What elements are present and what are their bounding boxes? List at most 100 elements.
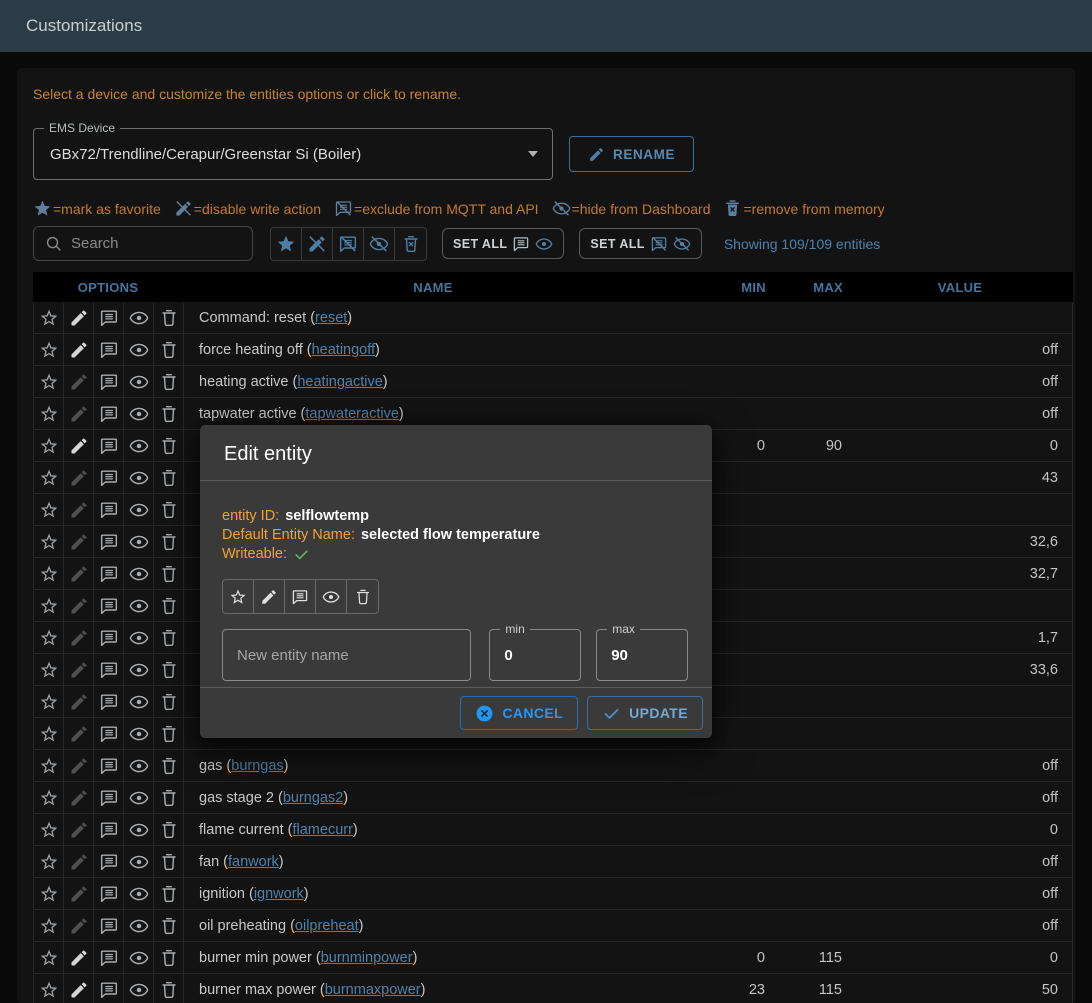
favorite-toggle[interactable] <box>39 852 59 872</box>
visibility-toggle[interactable] <box>129 788 149 808</box>
set-all-button-1[interactable]: SET ALL <box>442 228 564 259</box>
ems-device-select[interactable]: EMS Device GBx72/Trendline/Cerapur/Green… <box>33 128 553 180</box>
delete-toggle[interactable] <box>159 628 179 648</box>
mqtt-toggle[interactable] <box>99 532 119 552</box>
entity-shortname-link[interactable]: oilpreheat <box>295 918 359 934</box>
delete-toggle[interactable] <box>159 980 179 1000</box>
visibility-toggle[interactable] <box>129 724 149 744</box>
write-toggle[interactable] <box>69 660 89 680</box>
min-input[interactable] <box>490 630 580 680</box>
entity-shortname-link[interactable]: ignwork <box>254 886 304 902</box>
mqtt-toggle[interactable] <box>99 852 119 872</box>
write-toggle[interactable] <box>69 372 89 392</box>
write-toggle[interactable] <box>69 436 89 456</box>
mqtt-toggle[interactable] <box>99 372 119 392</box>
visibility-toggle[interactable] <box>129 628 149 648</box>
mqtt-toggle[interactable] <box>99 660 119 680</box>
write-toggle[interactable] <box>69 884 89 904</box>
favorite-toggle[interactable] <box>39 884 59 904</box>
dialog-eye-toggle[interactable] <box>316 580 347 613</box>
delete-toggle[interactable] <box>159 404 179 424</box>
filter-eye-crossed-toggle[interactable] <box>364 228 395 260</box>
filter-star-filled-toggle[interactable] <box>271 228 302 260</box>
write-toggle[interactable] <box>69 628 89 648</box>
favorite-toggle[interactable] <box>39 628 59 648</box>
mqtt-toggle[interactable] <box>99 500 119 520</box>
favorite-toggle[interactable] <box>39 340 59 360</box>
visibility-toggle[interactable] <box>129 468 149 488</box>
write-toggle[interactable] <box>69 340 89 360</box>
favorite-toggle[interactable] <box>39 788 59 808</box>
write-toggle[interactable] <box>69 852 89 872</box>
delete-toggle[interactable] <box>159 724 179 744</box>
delete-toggle[interactable] <box>159 436 179 456</box>
write-toggle[interactable] <box>69 980 89 1000</box>
delete-toggle[interactable] <box>159 756 179 776</box>
visibility-toggle[interactable] <box>129 340 149 360</box>
favorite-toggle[interactable] <box>39 308 59 328</box>
write-toggle[interactable] <box>69 500 89 520</box>
delete-toggle[interactable] <box>159 660 179 680</box>
favorite-toggle[interactable] <box>39 820 59 840</box>
favorite-toggle[interactable] <box>39 436 59 456</box>
visibility-toggle[interactable] <box>129 852 149 872</box>
write-toggle[interactable] <box>69 564 89 584</box>
mqtt-toggle[interactable] <box>99 596 119 616</box>
favorite-toggle[interactable] <box>39 500 59 520</box>
delete-toggle[interactable] <box>159 788 179 808</box>
write-toggle[interactable] <box>69 788 89 808</box>
favorite-toggle[interactable] <box>39 532 59 552</box>
mqtt-toggle[interactable] <box>99 404 119 424</box>
filter-bubble-crossed-toggle[interactable] <box>333 228 364 260</box>
visibility-toggle[interactable] <box>129 500 149 520</box>
favorite-toggle[interactable] <box>39 948 59 968</box>
entity-shortname-link[interactable]: heatingactive <box>297 374 382 390</box>
delete-toggle[interactable] <box>159 340 179 360</box>
mqtt-toggle[interactable] <box>99 756 119 776</box>
favorite-toggle[interactable] <box>39 756 59 776</box>
entity-shortname-link[interactable]: burnminpower <box>321 950 413 966</box>
entity-shortname-link[interactable]: burngas <box>231 758 283 774</box>
set-all-button-2[interactable]: SET ALL <box>579 228 701 259</box>
favorite-toggle[interactable] <box>39 916 59 936</box>
mqtt-toggle[interactable] <box>99 564 119 584</box>
entity-shortname-link[interactable]: tapwateractive <box>305 406 399 422</box>
dialog-trash-toggle[interactable] <box>347 580 378 613</box>
write-toggle[interactable] <box>69 916 89 936</box>
mqtt-toggle[interactable] <box>99 948 119 968</box>
mqtt-toggle[interactable] <box>99 468 119 488</box>
entity-shortname-link[interactable]: heatingoff <box>312 342 375 358</box>
mqtt-toggle[interactable] <box>99 340 119 360</box>
mqtt-toggle[interactable] <box>99 692 119 712</box>
visibility-toggle[interactable] <box>129 308 149 328</box>
entity-shortname-link[interactable]: burngas2 <box>283 790 343 806</box>
favorite-toggle[interactable] <box>39 564 59 584</box>
favorite-toggle[interactable] <box>39 468 59 488</box>
max-input[interactable] <box>597 630 687 680</box>
visibility-toggle[interactable] <box>129 532 149 552</box>
delete-toggle[interactable] <box>159 372 179 392</box>
visibility-toggle[interactable] <box>129 596 149 616</box>
visibility-toggle[interactable] <box>129 820 149 840</box>
favorite-toggle[interactable] <box>39 404 59 424</box>
visibility-toggle[interactable] <box>129 756 149 776</box>
delete-toggle[interactable] <box>159 948 179 968</box>
write-toggle[interactable] <box>69 404 89 424</box>
dialog-pencil-toggle[interactable] <box>254 580 285 613</box>
favorite-toggle[interactable] <box>39 596 59 616</box>
mqtt-toggle[interactable] <box>99 980 119 1000</box>
search-input[interactable] <box>71 235 242 252</box>
mqtt-toggle[interactable] <box>99 436 119 456</box>
entity-shortname-link[interactable]: burnmaxpower <box>325 982 421 998</box>
write-toggle[interactable] <box>69 692 89 712</box>
delete-toggle[interactable] <box>159 596 179 616</box>
delete-toggle[interactable] <box>159 692 179 712</box>
favorite-toggle[interactable] <box>39 980 59 1000</box>
delete-toggle[interactable] <box>159 820 179 840</box>
write-toggle[interactable] <box>69 532 89 552</box>
favorite-toggle[interactable] <box>39 372 59 392</box>
filter-trash-x-toggle[interactable] <box>395 228 426 260</box>
favorite-toggle[interactable] <box>39 692 59 712</box>
entity-shortname-link[interactable]: fanwork <box>228 854 279 870</box>
delete-toggle[interactable] <box>159 308 179 328</box>
